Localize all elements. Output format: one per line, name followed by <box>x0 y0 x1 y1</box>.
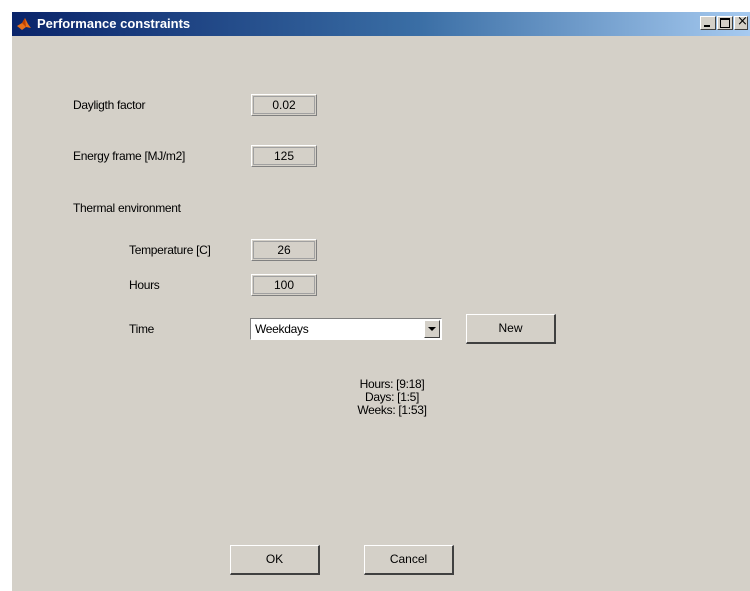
thermal-environment-label: Thermal environment <box>73 201 181 215</box>
cancel-button[interactable]: Cancel <box>364 545 454 575</box>
title-bar[interactable]: Performance constraints <box>12 12 750 36</box>
performance-constraints-window: Performance constraints Dayligth factor … <box>12 12 750 591</box>
time-select-value: Weekdays <box>255 322 309 336</box>
energy-frame-field[interactable]: 125 <box>251 145 317 167</box>
time-label: Time <box>129 322 155 336</box>
window-title: Performance constraints <box>37 16 191 31</box>
info-hours: Hours: [9:18] <box>359 377 425 391</box>
ok-button[interactable]: OK <box>230 545 320 575</box>
info-weeks: Weeks: [1:53] <box>357 403 427 417</box>
hours-field[interactable]: 100 <box>251 274 317 296</box>
minimize-button[interactable] <box>700 16 716 30</box>
temperature-field[interactable]: 26 <box>251 239 317 261</box>
time-select[interactable]: Weekdays <box>250 318 442 340</box>
new-button[interactable]: New <box>466 314 556 344</box>
chevron-down-icon[interactable] <box>424 320 440 338</box>
daylight-factor-field[interactable]: 0.02 <box>251 94 317 116</box>
daylight-factor-label: Dayligth factor <box>73 98 146 112</box>
temperature-label: Temperature [C] <box>129 243 211 257</box>
close-button[interactable] <box>734 14 748 30</box>
matlab-icon <box>17 18 31 30</box>
info-days: Days: [1:5] <box>364 390 420 404</box>
maximize-button[interactable] <box>717 16 733 30</box>
hours-label: Hours <box>129 278 160 292</box>
energy-frame-label: Energy frame [MJ/m2] <box>73 149 186 163</box>
